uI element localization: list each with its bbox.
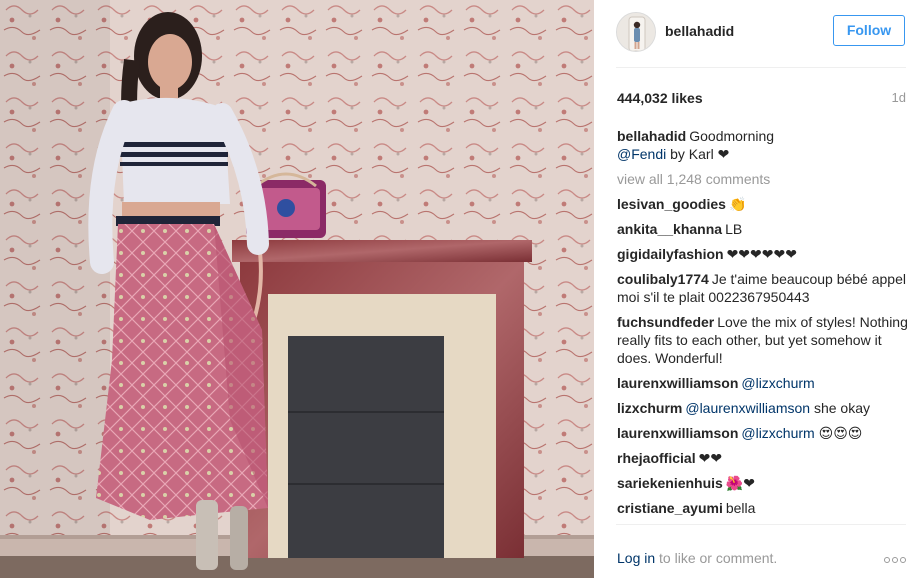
comment-mention[interactable]: @laurenxwilliamson: [685, 400, 810, 416]
avatar-image: [617, 13, 655, 51]
comment-row: coulibaly1774 Je t'aime beaucoup bébé app…: [617, 270, 909, 306]
comment-row: laurenxwilliamson @lizxchurm 😍😍😍: [617, 424, 909, 442]
comment-username[interactable]: cristiane_ayumi: [617, 500, 723, 516]
post-photo[interactable]: [0, 0, 594, 578]
comment-row: cristiane_ayumi bella: [617, 499, 909, 517]
comment-mention[interactable]: @lizxchurm: [741, 425, 814, 441]
avatar[interactable]: [616, 12, 656, 52]
comment-row: laurenxwilliamson @lizxchurm: [617, 374, 909, 392]
follow-button[interactable]: Follow: [833, 15, 905, 46]
comment-text: ❤❤❤❤❤❤: [726, 246, 797, 262]
comment-row: rhejaofficial ❤❤: [617, 449, 909, 467]
post-timestamp[interactable]: 1d: [892, 90, 906, 105]
comment-row: gigidailyfashion ❤❤❤❤❤❤: [617, 245, 909, 263]
comment-row: fuchsundfeder Love the mix of styles! Not…: [617, 313, 909, 367]
comment-row: lesivan_goodies 👏: [617, 195, 909, 213]
caption-mention[interactable]: @Fendi: [617, 146, 666, 162]
post-photo-illustration: [0, 0, 594, 578]
comment-username[interactable]: lizxchurm: [617, 400, 682, 416]
comment-username[interactable]: laurenxwilliamson: [617, 375, 738, 391]
post-header: bellahadid Follow: [616, 10, 906, 68]
comment-text: 👏: [728, 196, 747, 212]
likes-count[interactable]: 444,032 likes: [617, 90, 703, 106]
comment-username[interactable]: gigidailyfashion: [617, 246, 724, 262]
login-prompt-text: to like or comment.: [659, 550, 778, 566]
caption-text: Goodmorning: [689, 128, 775, 144]
instagram-post-view: bellahadid Follow 444,032 likes 1d bella…: [0, 0, 922, 578]
comment-username[interactable]: fuchsundfeder: [617, 314, 714, 330]
comment-text: 😍😍😍: [818, 425, 863, 441]
post-side-panel: bellahadid Follow 444,032 likes 1d bella…: [594, 0, 922, 578]
comment-row: lizxchurm @laurenxwilliamson she okay: [617, 399, 909, 417]
comment-text: bella: [725, 500, 756, 516]
comment-text: LB: [725, 221, 743, 237]
caption-line-2: @Fendi by Karl ❤: [617, 145, 909, 163]
login-link[interactable]: Log in: [617, 550, 655, 566]
comment-text: 🌺❤: [725, 475, 755, 491]
caption: bellahadid Goodmorning @Fendi by Karl ❤: [617, 127, 909, 163]
likes-row: 444,032 likes 1d: [616, 90, 906, 108]
comment-username[interactable]: laurenxwilliamson: [617, 425, 738, 441]
comment-mention[interactable]: @lizxchurm: [741, 375, 814, 391]
caption-username[interactable]: bellahadid: [617, 128, 686, 144]
caption-text-2: by Karl ❤: [670, 146, 730, 162]
comments-list: bellahadid Goodmorning @Fendi by Karl ❤ v…: [617, 127, 909, 524]
comment-row: ankita__khanna LB: [617, 220, 909, 238]
comment-username[interactable]: lesivan_goodies: [617, 196, 726, 212]
comment-username[interactable]: ankita__khanna: [617, 221, 722, 237]
username[interactable]: bellahadid: [665, 23, 734, 39]
login-prompt: Log in to like or comment.: [617, 550, 777, 566]
view-all-comments-link[interactable]: view all 1,248 comments: [617, 170, 909, 188]
post-footer: Log in to like or comment.: [616, 524, 906, 578]
comment-username[interactable]: coulibaly1774: [617, 271, 709, 287]
comment-row: sariekenienhuis 🌺❤: [617, 474, 909, 492]
comment-username[interactable]: sariekenienhuis: [617, 475, 723, 491]
comment-text: ❤❤: [698, 450, 723, 466]
comment-username[interactable]: rhejaofficial: [617, 450, 696, 466]
more-options-icon[interactable]: [882, 551, 906, 566]
comment-text: she okay: [813, 400, 870, 416]
